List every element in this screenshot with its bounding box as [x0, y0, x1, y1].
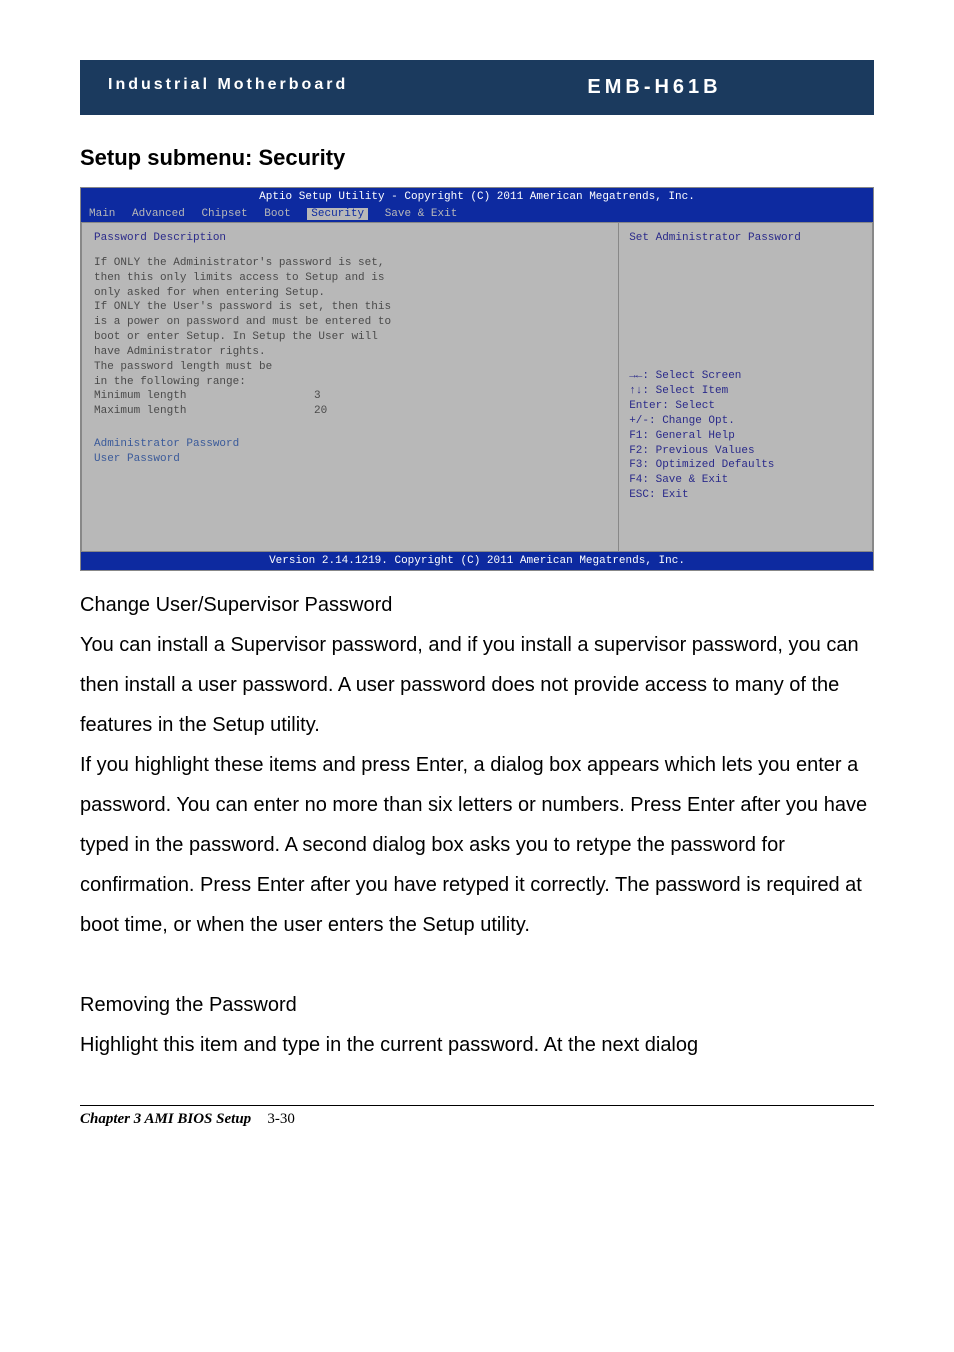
removing-password-heading: Removing the Password	[80, 985, 874, 1025]
change-password-heading: Change User/Supervisor Password	[80, 585, 874, 625]
bios-left-panel: Password Description If ONLY the Adminis…	[81, 222, 618, 552]
bios-screenshot: Aptio Setup Utility - Copyright (C) 2011…	[80, 187, 874, 571]
bios-key-line: F1: General Help	[629, 429, 862, 444]
page-header: Industrial Motherboard EMB-H61B	[80, 60, 874, 115]
bios-menu-boot[interactable]: Boot	[264, 208, 290, 220]
bios-key-line: ESC: Exit	[629, 488, 862, 503]
bios-desc-line: The password length must be	[94, 360, 606, 375]
body-text: Change User/Supervisor Password You can …	[80, 585, 874, 1065]
footer-page-number: 3-30	[267, 1111, 295, 1127]
password-description-title: Password Description	[94, 231, 606, 246]
bios-menu-security[interactable]: Security	[307, 208, 368, 220]
bios-menu-save-exit[interactable]: Save & Exit	[385, 208, 458, 220]
bios-menu-chipset[interactable]: Chipset	[201, 208, 247, 220]
bios-key-line: +/-: Change Opt.	[629, 414, 862, 429]
body-paragraph: If you highlight these items and press E…	[80, 745, 874, 945]
bios-desc-line: If ONLY the Administrator's password is …	[94, 256, 606, 271]
bios-menu-main[interactable]: Main	[89, 208, 115, 220]
bios-desc-line: boot or enter Setup. In Setup the User w…	[94, 330, 606, 345]
bios-min-length: Minimum length3	[94, 389, 606, 404]
bios-key-help: →←: Select Screen ↑↓: Select Item Enter:…	[629, 369, 862, 543]
bios-max-length: Maximum length20	[94, 404, 606, 419]
administrator-password-item[interactable]: Administrator Password	[94, 437, 606, 452]
bios-desc-line: If ONLY the User's password is set, then…	[94, 300, 606, 315]
bios-desc-line: then this only limits access to Setup an…	[94, 271, 606, 286]
bios-title-bar: Aptio Setup Utility - Copyright (C) 2011…	[81, 188, 873, 206]
header-right-model: EMB-H61B	[455, 60, 874, 115]
bios-key-line: →←: Select Screen	[629, 369, 862, 384]
header-left-title: Industrial Motherboard	[80, 60, 455, 115]
bios-key-line: Enter: Select	[629, 399, 862, 414]
bios-key-line: F3: Optimized Defaults	[629, 458, 862, 473]
bios-key-line: F4: Save & Exit	[629, 473, 862, 488]
bios-right-panel: Set Administrator Password →←: Select Sc…	[618, 222, 873, 552]
bios-desc-line: in the following range:	[94, 375, 606, 390]
bios-menu-advanced[interactable]: Advanced	[132, 208, 185, 220]
bios-desc-line: is a power on password and must be enter…	[94, 315, 606, 330]
bios-key-line: ↑↓: Select Item	[629, 384, 862, 399]
bios-desc-line: have Administrator rights.	[94, 345, 606, 360]
bios-help-text: Set Administrator Password	[629, 231, 862, 246]
bios-content-area: Password Description If ONLY the Adminis…	[81, 222, 873, 552]
bios-desc-line: only asked for when entering Setup.	[94, 286, 606, 301]
section-heading-security: Setup submenu: Security	[80, 145, 874, 171]
body-paragraph: Highlight this item and type in the curr…	[80, 1025, 874, 1065]
footer-chapter: Chapter 3 AMI BIOS Setup	[80, 1111, 251, 1127]
user-password-item[interactable]: User Password	[94, 452, 606, 467]
page-footer: Chapter 3 AMI BIOS Setup 3-30	[80, 1105, 874, 1128]
body-paragraph: You can install a Supervisor password, a…	[80, 625, 874, 745]
bios-menu-bar: Main Advanced Chipset Boot Security Save…	[81, 206, 873, 222]
bios-version-bar: Version 2.14.1219. Copyright (C) 2011 Am…	[81, 552, 873, 570]
bios-key-line: F2: Previous Values	[629, 444, 862, 459]
